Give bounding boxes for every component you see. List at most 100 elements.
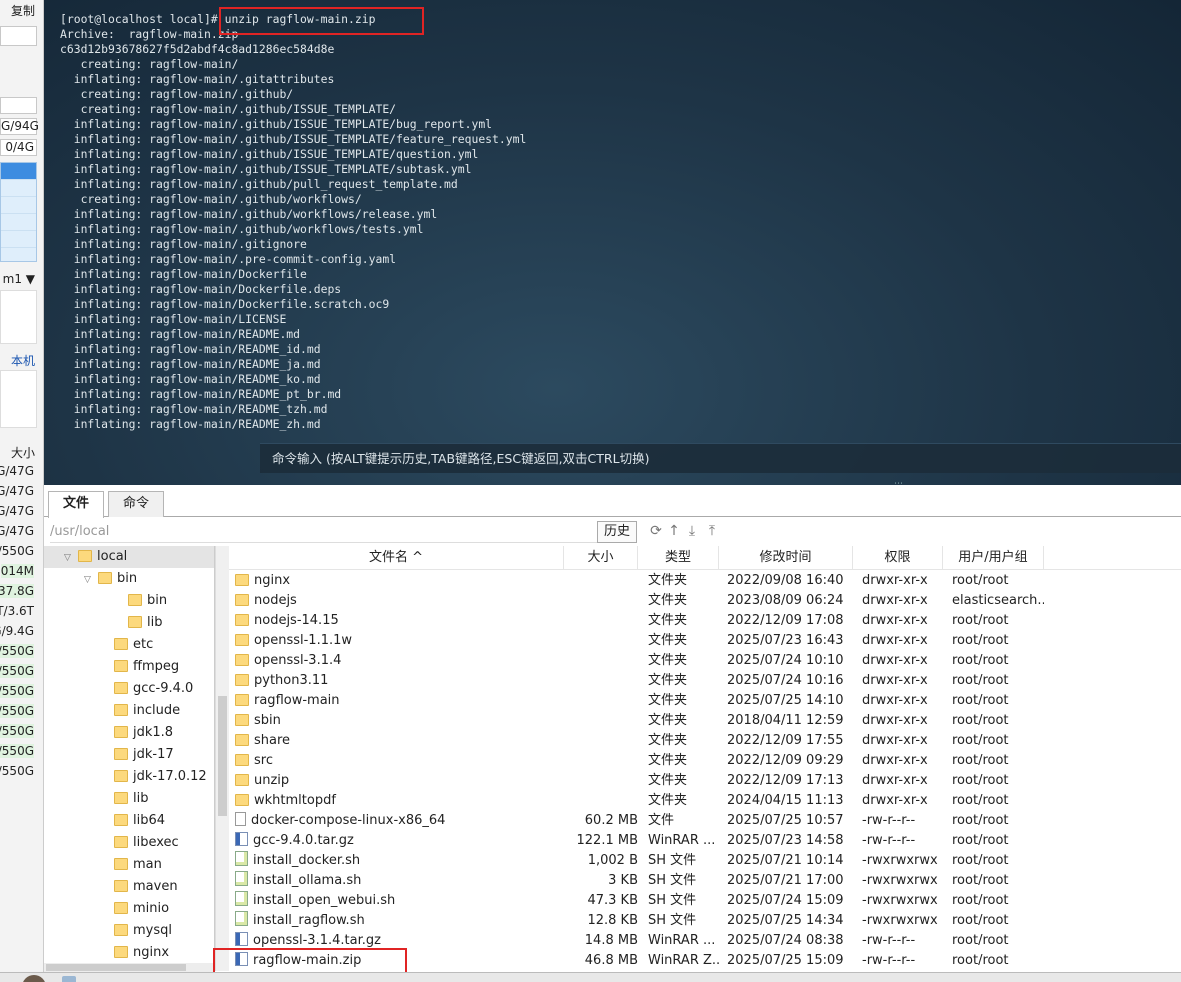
file-name-cell: nginx xyxy=(229,571,564,591)
column-owner[interactable]: 用户/用户组 xyxy=(943,546,1044,570)
archive-icon xyxy=(235,932,248,946)
file-row[interactable]: src 文件夹 2022/12/09 09:29 drwxr-xr-x root/roo… xyxy=(229,751,1044,771)
tree-node-jdk-17.0.12[interactable]: jdk-17.0.12 xyxy=(44,766,207,788)
tree-node-nginx[interactable]: nginx xyxy=(44,942,169,964)
copy-button[interactable]: 复制 xyxy=(11,2,35,19)
file-date-cell: 2025/07/24 08:38 xyxy=(727,933,844,948)
file-row[interactable]: ragflow-main 文件夹 2025/07/25 14:10 drwxr-xr-… xyxy=(229,691,1044,711)
tree-node-gcc-9.4.0[interactable]: gcc-9.4.0 xyxy=(44,678,193,700)
terminal-line: inflating: ragflow-main/README_tzh.md xyxy=(60,402,328,416)
disk-size-value: /550G xyxy=(0,704,34,718)
file-date-cell: 2022/12/09 17:08 xyxy=(727,613,844,628)
disk-size-value: /550G xyxy=(0,764,34,778)
file-row[interactable]: nginx 文件夹 2022/09/08 16:40 drwxr-xr-x root/r… xyxy=(229,571,1044,591)
terminal-line: inflating: ragflow-main/LICENSE xyxy=(60,312,287,326)
tree-node-include[interactable]: include xyxy=(44,700,180,722)
file-type-cell: SH 文件 xyxy=(648,873,697,888)
taskbar xyxy=(0,972,1181,982)
folder-icon xyxy=(235,774,249,786)
chevron-down-icon[interactable]: ▽ xyxy=(84,569,98,591)
tree-node-lib[interactable]: lib xyxy=(44,612,162,634)
tree-node-lib64[interactable]: lib64 xyxy=(44,810,165,832)
file-row[interactable]: openssl-3.1.4 文件夹 2025/07/24 10:10 drwxr-xr… xyxy=(229,651,1044,671)
path-bar: /usr/local 历史 ⟳ ↑ ⤓ ⤒ xyxy=(44,519,1181,545)
tree-node-libexec[interactable]: libexec xyxy=(44,832,179,854)
column-size[interactable]: 大小 xyxy=(564,546,638,570)
file-name-cell: openssl-3.1.4 xyxy=(229,651,564,671)
file-row[interactable]: sbin 文件夹 2018/04/11 12:59 drwxr-xr-x root/ro… xyxy=(229,711,1044,731)
file-row[interactable]: install_ragflow.sh 12.8 KB SH 文件 2025/07/25… xyxy=(229,911,1044,931)
file-row[interactable]: install_open_webui.sh 47.3 KB SH 文件 2025/07… xyxy=(229,891,1044,911)
column-permissions[interactable]: 权限 xyxy=(853,546,943,570)
folder-icon xyxy=(114,858,128,870)
folder-icon xyxy=(78,550,92,562)
column-type[interactable]: 类型 xyxy=(638,546,719,570)
file-row[interactable]: unzip 文件夹 2022/12/09 17:13 drwxr-xr-x root/r… xyxy=(229,771,1044,791)
tree-node-ffmpeg[interactable]: ffmpeg xyxy=(44,656,179,678)
avatar[interactable] xyxy=(22,975,46,982)
tree-horizontal-scrollbar[interactable] xyxy=(44,963,215,972)
refresh-icon[interactable]: ⟳ xyxy=(648,521,664,541)
file-row[interactable]: install_docker.sh 1,002 B SH 文件 2025/07/21 … xyxy=(229,851,1044,871)
column-modified[interactable]: 修改时间 xyxy=(719,546,853,570)
info-field-2 xyxy=(0,97,37,114)
terminal-line: inflating: ragflow-main/.github/ISSUE_TE… xyxy=(60,132,527,146)
network-dropdown[interactable]: m1 ▼ xyxy=(3,272,35,286)
chevron-down-icon[interactable]: ▽ xyxy=(64,547,78,569)
file-row[interactable]: share 文件夹 2022/12/09 17:55 drwxr-xr-x root/r… xyxy=(229,731,1044,751)
disk-size-header: 大小 xyxy=(10,446,35,460)
up-directory-icon[interactable]: ↑ xyxy=(666,521,682,541)
tree-node-maven[interactable]: maven xyxy=(44,876,178,898)
folder-icon xyxy=(235,734,249,746)
file-date-cell: 2025/07/24 10:10 xyxy=(727,653,844,668)
upload-icon[interactable]: ⤒ xyxy=(704,521,720,541)
tree-node-man[interactable]: man xyxy=(44,854,162,876)
file-size-cell xyxy=(564,611,638,631)
file-row[interactable]: wkhtmltopdf 文件夹 2024/04/15 11:13 drwxr-xr-x… xyxy=(229,791,1044,811)
tab-files[interactable]: 文件 xyxy=(48,491,105,518)
folder-icon xyxy=(114,814,128,826)
file-row[interactable]: nodejs 文件夹 2023/08/09 06:24 drwxr-xr-x elast… xyxy=(229,591,1044,611)
file-owner-cell: root/root xyxy=(952,773,1009,788)
file-row[interactable]: install_ollama.sh 3 KB SH 文件 2025/07/21 17:… xyxy=(229,871,1044,891)
tree-scrollbar[interactable] xyxy=(215,546,229,971)
file-type-cell: 文件夹 xyxy=(648,713,688,728)
file-name: openssl-1.1.1w xyxy=(254,633,353,648)
file-row[interactable]: python3.11 文件夹 2025/07/24 10:16 drwxr-xr-x r… xyxy=(229,671,1044,691)
file-row[interactable]: docker-compose-linux-x86_64 60.2 MB 文件 2025… xyxy=(229,811,1044,831)
tree-node-minio[interactable]: minio xyxy=(44,898,169,920)
file-size-cell: 60.2 MB xyxy=(584,813,638,828)
file-row[interactable]: nodejs-14.15 文件夹 2022/12/09 17:08 drwxr-xr-… xyxy=(229,611,1044,631)
download-icon[interactable]: ⤓ xyxy=(684,521,700,541)
path-input[interactable]: /usr/local xyxy=(50,521,604,543)
tree-node-local[interactable]: ▽ local xyxy=(44,546,214,569)
file-name-cell: install_open_webui.sh xyxy=(229,891,564,911)
app-icon[interactable] xyxy=(62,976,76,982)
tree-node-jdk1.8[interactable]: jdk1.8 xyxy=(44,722,173,744)
file-name-cell: openssl-1.1.1w xyxy=(229,631,564,651)
tab-commands[interactable]: 命令 xyxy=(108,491,165,517)
file-name-cell: docker-compose-linux-x86_64 xyxy=(229,811,564,831)
tree-node-etc[interactable]: etc xyxy=(44,634,153,656)
tree-node-jdk-17[interactable]: jdk-17 xyxy=(44,744,174,766)
file-owner-cell: root/root xyxy=(952,653,1009,668)
file-row[interactable]: openssl-1.1.1w 文件夹 2025/07/23 16:43 drwxr-x… xyxy=(229,631,1044,651)
command-input[interactable]: 命令输入 (按ALT键提示历史,TAB键路径,ESC键返回,双击CTRL切换) xyxy=(260,443,1181,473)
history-button[interactable]: 历史 xyxy=(597,521,638,543)
tree-node-bin[interactable]: ▽ bin xyxy=(44,568,137,590)
file-size-cell xyxy=(564,771,638,791)
terminal-pane[interactable]: [root@localhost local]# unzip ragflow-ma… xyxy=(44,0,1181,485)
tree-node-mysql[interactable]: mysql xyxy=(44,920,172,942)
process-list[interactable] xyxy=(0,162,37,262)
column-name[interactable]: 文件名 ^ xyxy=(229,546,564,570)
file-type-cell: SH 文件 xyxy=(648,913,697,928)
file-row[interactable]: gcc-9.4.0.tar.gz 122.1 MB WinRAR ... 2025/0… xyxy=(229,831,1044,851)
tree-node-bin[interactable]: bin xyxy=(44,590,167,612)
disk-size-value: /550G xyxy=(0,644,34,658)
disk-size-value: T/3.6T xyxy=(0,604,34,618)
directory-tree[interactable]: ▽ local ▽ bin bin lib etc ffmpeg gcc-9.4.0 includ… xyxy=(44,546,215,971)
tree-node-lib[interactable]: lib xyxy=(44,788,148,810)
highlight-box-command xyxy=(219,7,424,35)
folder-icon xyxy=(114,770,128,782)
file-name-cell: wkhtmltopdf xyxy=(229,791,564,811)
